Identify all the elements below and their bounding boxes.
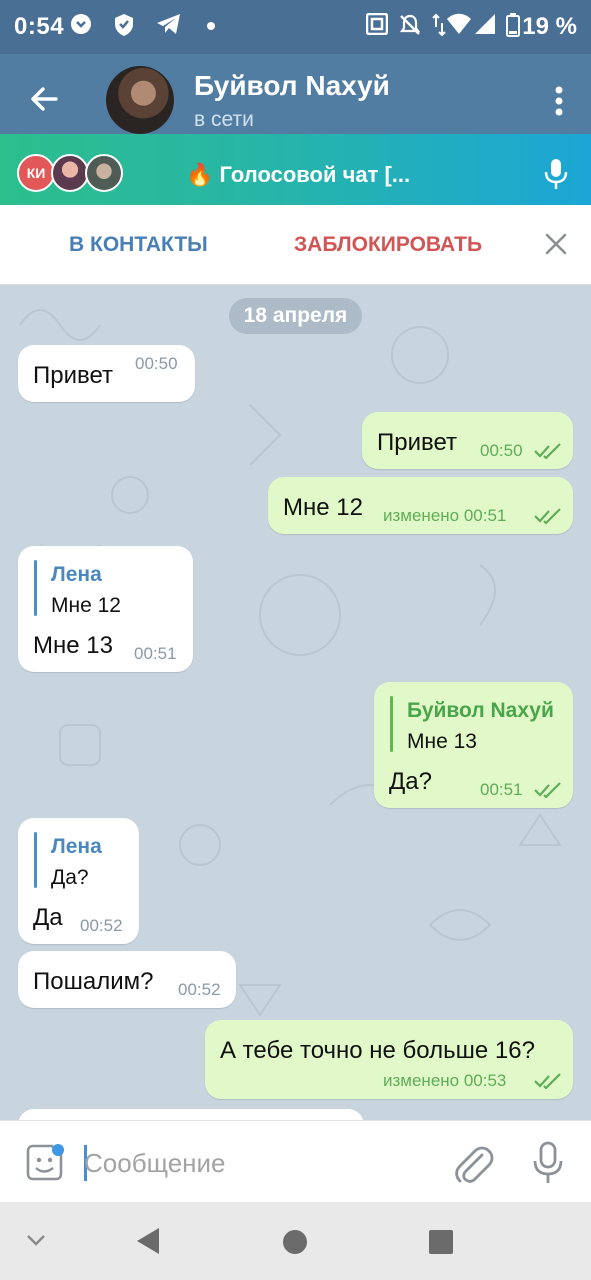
wifi-icon <box>447 13 471 34</box>
notification-dot-icon <box>207 22 215 30</box>
voice-chat-avatar: КИ <box>17 154 55 192</box>
reply-preview: Мне 13 <box>407 730 477 753</box>
outgoing-message[interactable]: Мне 12 изменено 00:51 <box>268 477 573 534</box>
block-user-button[interactable]: ЗАБЛОКИРОВАТЬ <box>294 233 482 257</box>
telegram-icon <box>157 14 180 34</box>
voice-chat-avatar <box>51 154 89 192</box>
date-separator: 18 апреля <box>229 298 362 334</box>
signal-icon <box>475 14 495 34</box>
nfc-icon <box>366 13 388 35</box>
sticker-emoji-icon[interactable] <box>24 1143 64 1183</box>
status-bar: 0:54 19 % <box>0 0 591 54</box>
double-check-icon <box>534 782 561 798</box>
status-time: 0:54 <box>14 13 65 40</box>
recents-square-icon[interactable] <box>428 1229 454 1255</box>
voice-chat-avatar <box>85 154 123 192</box>
message-time: 00:52 <box>80 916 123 935</box>
incoming-reply-message[interactable]: Лена Мне 12 Мне 13 00:51 <box>18 546 193 672</box>
incoming-message[interactable]: Привет 00:50 <box>18 345 195 402</box>
message-composer <box>0 1120 591 1202</box>
reply-preview: Да? <box>51 866 89 889</box>
home-circle-icon[interactable] <box>282 1229 308 1255</box>
voice-chat-title: 🔥 Голосовой чат [... <box>186 162 411 187</box>
chat-title[interactable]: Буйвол Naхуй <box>194 70 390 102</box>
outgoing-message[interactable]: А тебе точно не больше 16? изменено 00:5… <box>205 1020 573 1099</box>
outgoing-reply-message[interactable]: Буйвол Naхуй Мне 13 Да? 00:51 <box>374 682 573 808</box>
message-time: изменено 00:53 <box>383 1071 507 1090</box>
incoming-reply-message[interactable]: Лена Да? Да 00:52 <box>18 818 139 944</box>
reply-quote-bar <box>34 560 37 616</box>
data-arrows-icon <box>432 13 446 37</box>
pocket-icon <box>71 14 91 34</box>
system-navigation-bar <box>0 1202 591 1280</box>
reply-author: Лена <box>51 835 102 858</box>
message-time: 00:50 <box>480 441 523 460</box>
battery-percent: 19 % <box>522 13 577 40</box>
reply-quote-bar <box>390 696 393 752</box>
chevron-down-icon[interactable] <box>26 1234 46 1246</box>
message-time: 00:52 <box>178 980 221 999</box>
mute-icon <box>399 14 421 35</box>
back-triangle-icon[interactable] <box>135 1226 161 1256</box>
message-time: изменено 00:51 <box>383 506 507 525</box>
back-arrow-icon[interactable] <box>22 76 68 122</box>
microphone-icon[interactable] <box>541 158 571 190</box>
contact-action-bar: В КОНТАКТЫ ЗАБЛОКИРОВАТЬ <box>0 205 591 285</box>
message-text: Пошалим? <box>33 968 154 995</box>
message-list[interactable]: 18 апреля Привет 00:50 Привет 00:50 Мне … <box>0 285 591 1120</box>
incoming-message[interactable] <box>18 1109 364 1120</box>
reply-preview: Мне 12 <box>51 594 121 617</box>
message-text: Мне 13 <box>33 632 113 659</box>
double-check-icon <box>534 1073 561 1089</box>
contact-avatar[interactable] <box>106 66 174 134</box>
outgoing-message[interactable]: Привет 00:50 <box>362 412 573 469</box>
online-status: в сети <box>194 108 254 131</box>
message-text: Да? <box>389 768 432 795</box>
reply-quote-bar <box>34 832 37 888</box>
message-text: Да <box>33 904 63 931</box>
chat-header: Буйвол Naхуй в сети <box>0 54 591 134</box>
attach-icon[interactable] <box>452 1141 494 1185</box>
message-time: 00:51 <box>134 644 177 663</box>
add-contact-button[interactable]: В КОНТАКТЫ <box>69 233 208 257</box>
message-text: Привет <box>377 429 458 456</box>
shield-icon <box>115 14 133 36</box>
voice-chat-banner[interactable]: КИ 🔥 Голосовой чат [... <box>0 134 591 205</box>
reply-author: Буйвол Naхуй <box>407 699 554 722</box>
message-text: А тебе точно не больше 16? <box>220 1037 535 1064</box>
double-check-icon <box>534 508 561 524</box>
double-check-icon <box>534 443 561 459</box>
microphone-icon[interactable] <box>530 1141 566 1185</box>
battery-icon <box>506 13 520 37</box>
reply-author: Лена <box>51 563 102 586</box>
message-text: Привет <box>33 362 114 389</box>
message-time: 00:50 <box>135 354 178 373</box>
incoming-message[interactable]: Пошалим? 00:52 <box>18 951 236 1008</box>
message-text: Мне 12 <box>283 494 363 521</box>
message-time: 00:51 <box>480 780 523 799</box>
message-input[interactable] <box>84 1141 424 1185</box>
more-vert-icon[interactable] <box>555 86 563 116</box>
close-icon[interactable] <box>543 231 569 257</box>
